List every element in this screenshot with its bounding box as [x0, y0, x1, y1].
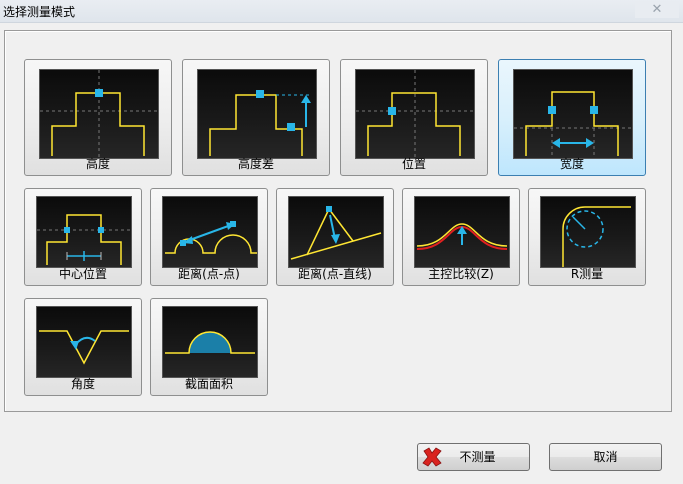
window-title: 选择测量模式 [3, 5, 76, 19]
master-compare-icon [414, 196, 510, 268]
mode-label: 宽度 [559, 157, 584, 171]
mode-label: R测量 [570, 267, 604, 281]
mode-label: 主控比较(Z) [428, 267, 494, 281]
no-measure-button[interactable]: 不测量 [417, 443, 530, 471]
center-position-icon [36, 196, 132, 268]
red-x-icon [422, 447, 442, 467]
mode-label: 高度 [85, 157, 110, 171]
cross-section-area-icon [162, 306, 258, 378]
mode-label: 角度 [70, 377, 95, 391]
cancel-label: 取消 [593, 450, 618, 464]
mode-angle[interactable]: 角度 [24, 298, 142, 396]
height-difference-icon [197, 69, 317, 159]
title-bar: 选择测量模式 ✕ [0, 0, 683, 23]
mode-height-difference[interactable]: 高度差 [182, 59, 330, 176]
mode-label: 距离(点-点) [178, 267, 240, 281]
no-measure-label: 不测量 [459, 450, 496, 464]
mode-cross-section-area[interactable]: 截面面积 [150, 298, 268, 396]
position-icon [355, 69, 475, 159]
close-icon[interactable]: ✕ [635, 1, 679, 18]
mode-distance-point-line[interactable]: 距离(点-直线) [276, 188, 394, 286]
height-icon [39, 69, 159, 159]
mode-label: 截面面积 [184, 377, 233, 391]
mode-label: 距离(点-直线) [298, 267, 372, 281]
mode-position[interactable]: 位置 [340, 59, 488, 176]
r-measure-icon [540, 196, 636, 268]
distance-point-line-icon [288, 196, 384, 268]
mode-distance-point-point[interactable]: 距离(点-点) [150, 188, 268, 286]
mode-label: 高度差 [237, 157, 274, 171]
mode-width[interactable]: 宽度 [498, 59, 646, 176]
mode-label: 位置 [401, 157, 426, 171]
mode-height[interactable]: 高度 [24, 59, 172, 176]
distance-point-point-icon [162, 196, 258, 268]
cancel-button[interactable]: 取消 [549, 443, 662, 471]
mode-master-compare-z[interactable]: 主控比较(Z) [402, 188, 520, 286]
width-icon [513, 69, 633, 159]
mode-center-position[interactable]: 中心位置 [24, 188, 142, 286]
mode-label: 中心位置 [58, 267, 107, 281]
mode-r-measure[interactable]: R测量 [528, 188, 646, 286]
angle-icon [36, 306, 132, 378]
